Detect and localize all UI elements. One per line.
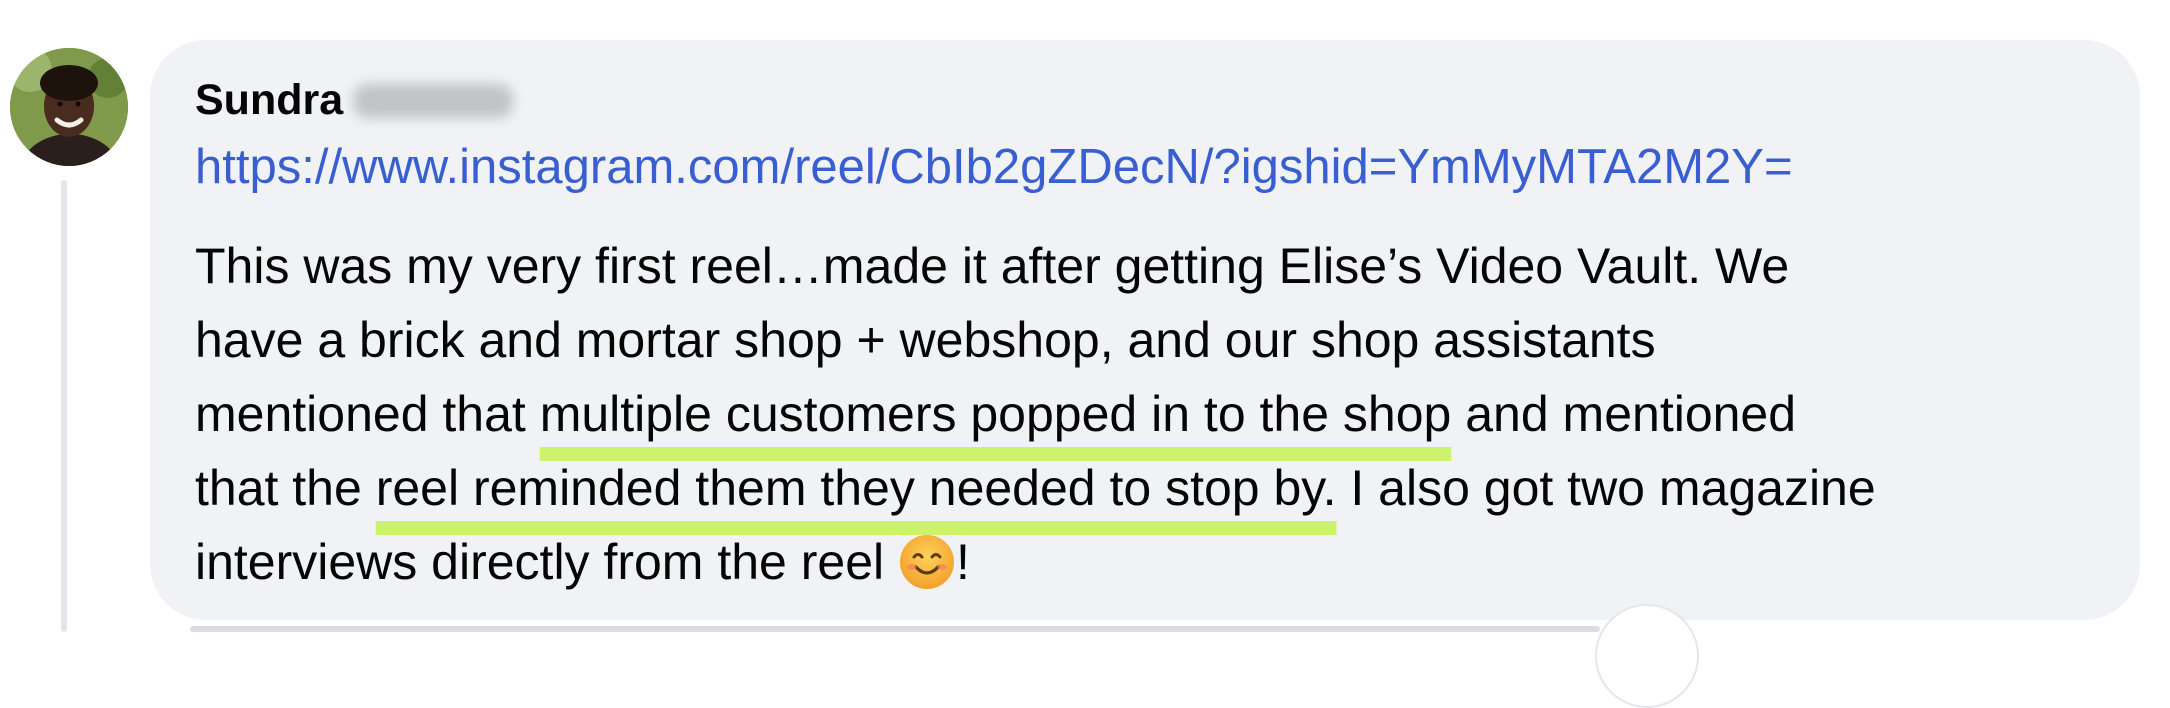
reply-box-edge <box>190 626 1600 632</box>
avatar-photo <box>10 48 128 166</box>
comment-line: interviews directly from the reel ! <box>195 533 970 591</box>
comment-line: have a brick and mortar shop + webshop, … <box>195 312 1656 368</box>
comment-line: mentioned that multiple customers popped… <box>195 386 1797 442</box>
author-avatar[interactable] <box>10 48 128 166</box>
comment-link[interactable]: https://www.instagram.com/reel/CbIb2gZDe… <box>195 136 1793 198</box>
comment-author[interactable]: Sundra <box>195 72 514 128</box>
blurred-last-name <box>353 84 514 118</box>
highlighted-text: reel reminded them they needed to stop b… <box>375 460 1337 516</box>
reaction-button[interactable] <box>1595 604 1699 708</box>
comment-line: that the reel reminded them they needed … <box>195 460 1876 516</box>
author-name[interactable]: Sundra <box>195 76 343 124</box>
reply-thread-line <box>61 180 67 632</box>
highlighted-text: multiple customers popped in to the shop <box>539 386 1452 442</box>
smiling-face-emoji-icon <box>898 533 956 591</box>
comment-text: This was my very first reel…made it afte… <box>195 229 2095 599</box>
comment-line: This was my very first reel…made it afte… <box>195 238 1790 294</box>
